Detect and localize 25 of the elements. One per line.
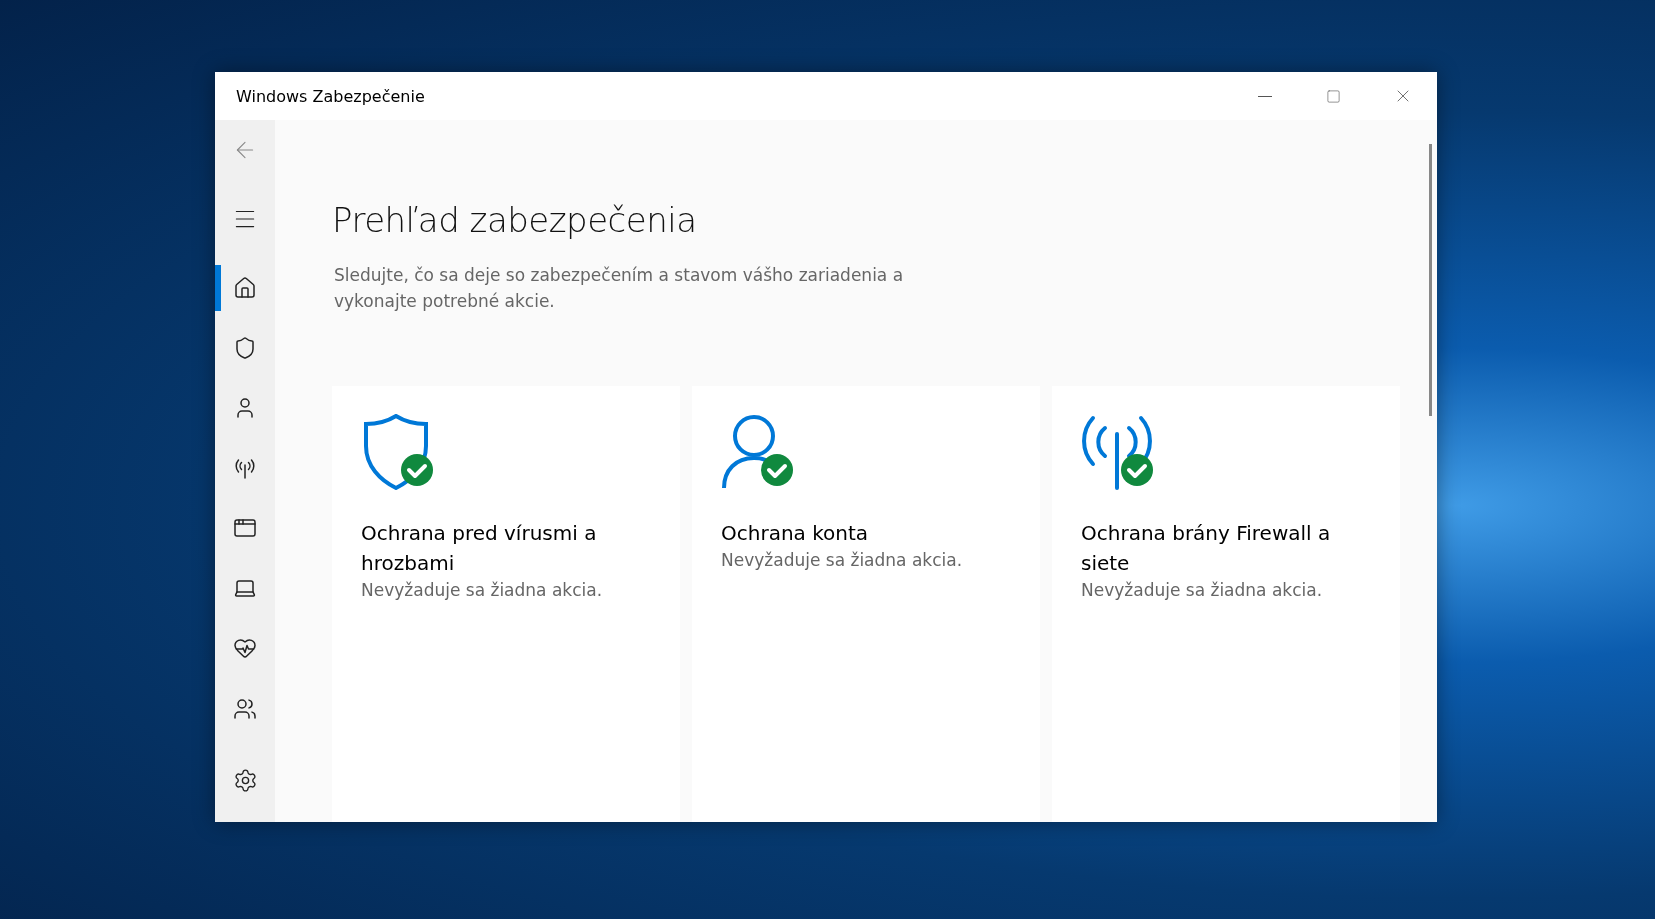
- window-title: Windows Zabezpečenie: [236, 86, 426, 106]
- status-card[interactable]: Ochrana pred vírusmi a hrozbami Nevyžaduje sa žiadna akcia.: [332, 386, 680, 822]
- settings-icon: [232, 767, 258, 793]
- family-icon: [233, 697, 257, 721]
- status-card[interactable]: Ochrana konta Nevyžaduje sa žiadna akcia.: [692, 386, 1040, 822]
- card-status-text: Nevyžaduje sa žiadna akcia.: [721, 549, 964, 572]
- heart-pulse-icon: [233, 636, 257, 660]
- status-card[interactable]: Ochrana brány Firewall a siete Nevyžaduje sa žiadna akcia.: [1052, 386, 1400, 822]
- maximize-icon: [1326, 88, 1341, 104]
- card-title: Ochrana pred vírusmi a hrozbami: [361, 520, 598, 577]
- person-icon: [722, 415, 775, 489]
- antenna-icon: [233, 456, 257, 480]
- antenna-icon: [1082, 416, 1152, 490]
- scrollbar-thumb[interactable]: [1428, 144, 1432, 416]
- card-status-text: Nevyžaduje sa žiadna akcia.: [361, 579, 604, 602]
- page-heading: Prehľad zabezpečenia: [332, 200, 698, 240]
- card-title: Ochrana brány Firewall a siete: [1081, 520, 1332, 577]
- window-icon: [233, 516, 257, 540]
- page-description: Sledujte, čo sa deje so zabezpečením a stavom vášho zariadenia a vykonajte potrebné akcie.: [334, 264, 905, 313]
- minimize-icon: [1257, 95, 1272, 97]
- card-status-text: Nevyžaduje sa žiadna akcia.: [1081, 579, 1324, 602]
- home-icon: [233, 276, 257, 300]
- shield-icon: [233, 336, 257, 360]
- card-title: Ochrana konta: [721, 520, 870, 547]
- shield-icon: [364, 414, 428, 490]
